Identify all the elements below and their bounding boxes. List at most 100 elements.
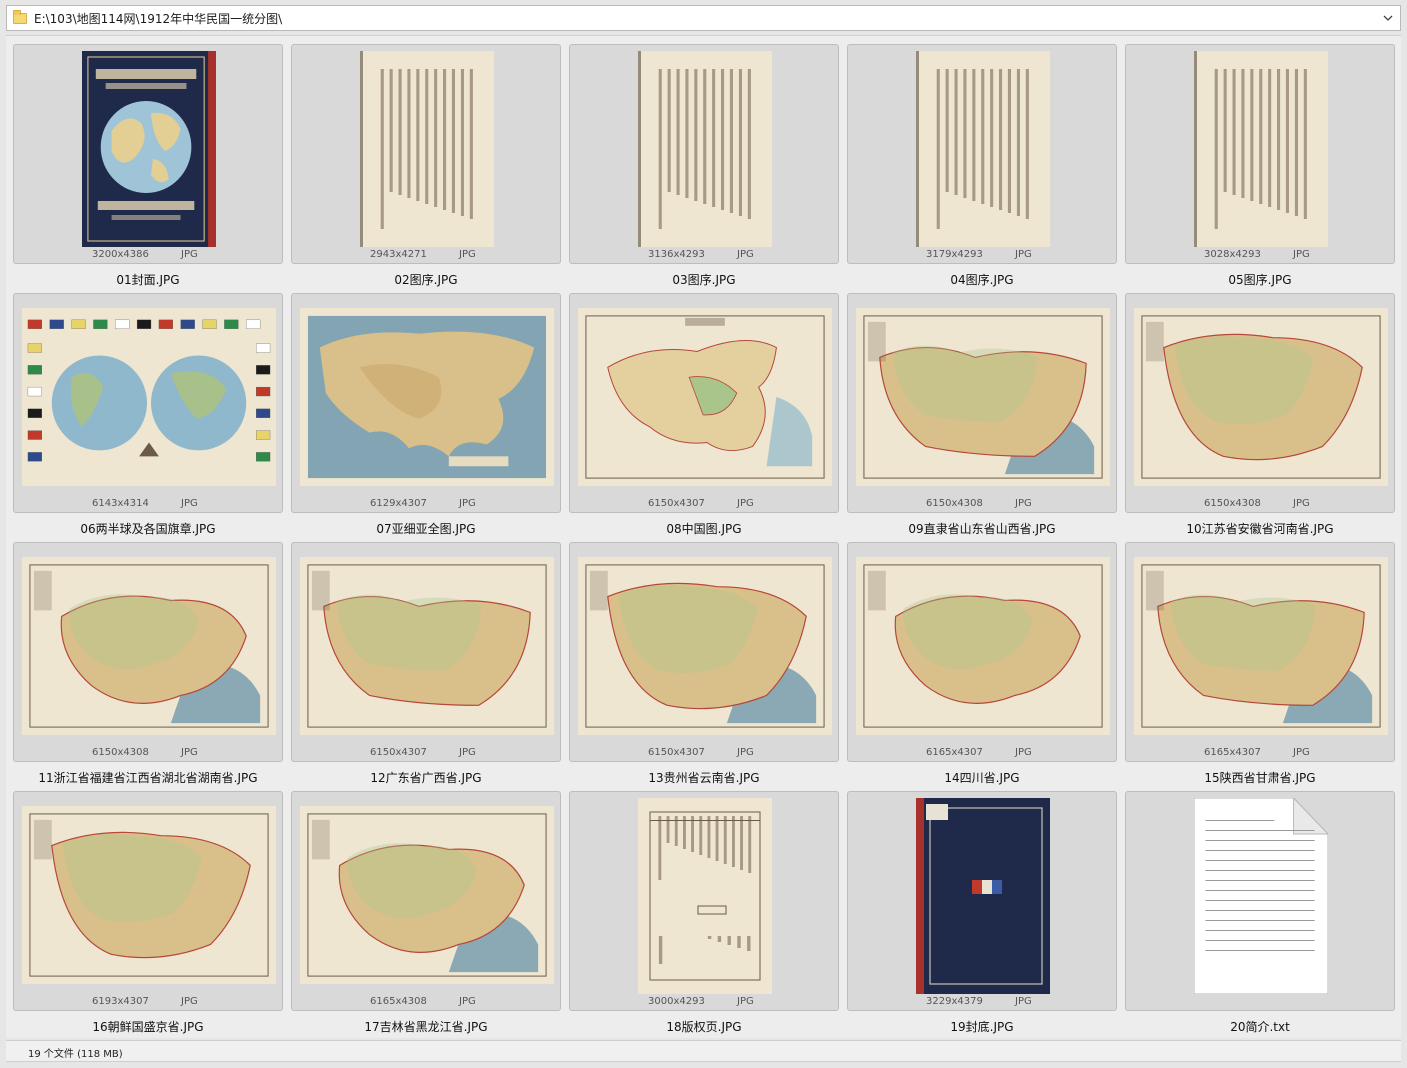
file-tile[interactable]: 6165x4307 JPG: [1125, 542, 1395, 762]
file-type: JPG: [181, 498, 198, 509]
file-thumbnail[interactable]: [578, 308, 832, 486]
file-type: JPG: [1015, 747, 1032, 758]
file-thumbnail[interactable]: [1134, 308, 1388, 486]
file-name[interactable]: 16朝鲜国盛京省.JPG: [9, 1018, 287, 1035]
file-name[interactable]: 17吉林省黑龙江省.JPG: [287, 1018, 565, 1035]
chevron-down-icon[interactable]: [1380, 10, 1396, 26]
file-name[interactable]: 09直隶省山东省山西省.JPG: [843, 520, 1121, 537]
file-tile[interactable]: 6143x4314 JPG: [13, 293, 283, 513]
status-summary: 19 个文件 (118 MB): [28, 1049, 123, 1060]
file-meta: 6129x4307 JPG: [292, 498, 560, 512]
file-name[interactable]: 03图序.JPG: [565, 271, 843, 288]
file-thumbnail[interactable]: [22, 806, 276, 984]
file-thumbnail[interactable]: [300, 308, 554, 486]
file-dimensions: 6150x4307: [648, 498, 705, 509]
address-path[interactable]: E:\103\地图114网\1912年中华民国一统分图\: [34, 10, 282, 27]
file-tile[interactable]: 6150x4307 JPG: [569, 293, 839, 513]
file-dimensions: 6165x4307: [1204, 747, 1261, 758]
file-thumbnail[interactable]: [82, 51, 216, 247]
file-name[interactable]: 02图序.JPG: [287, 271, 565, 288]
file-dimensions: 6143x4314: [92, 498, 149, 509]
file-name[interactable]: 15陕西省甘肃省.JPG: [1121, 769, 1399, 786]
file-thumbnail[interactable]: [578, 557, 832, 735]
file-tile[interactable]: 6150x4308 JPG: [13, 542, 283, 762]
file-tile[interactable]: 6150x4308 JPG: [1125, 293, 1395, 513]
file-thumbnail[interactable]: [856, 308, 1110, 486]
address-bar[interactable]: E:\103\地图114网\1912年中华民国一统分图\: [6, 5, 1401, 31]
file-grid[interactable]: 3200x4386 JPG 01封面.JPG 2943x4271 JPG 02图序.JPG…: [6, 35, 1401, 1038]
status-bar: 19 个文件 (118 MB): [6, 1040, 1401, 1062]
file-name[interactable]: 12广东省广西省.JPG: [287, 769, 565, 786]
file-dimensions: 6150x4307: [648, 747, 705, 758]
file-meta: 3179x4293 JPG: [848, 249, 1116, 263]
file-type: JPG: [181, 249, 198, 260]
file-tile[interactable]: 6193x4307 JPG: [13, 791, 283, 1011]
file-name[interactable]: 20简介.txt: [1121, 1018, 1399, 1035]
file-dimensions: 6150x4308: [1204, 498, 1261, 509]
file-thumbnail[interactable]: [22, 557, 276, 735]
file-type: JPG: [1293, 249, 1310, 260]
file-thumbnail[interactable]: [360, 51, 494, 247]
file-thumbnail[interactable]: [916, 798, 1050, 994]
file-type: JPG: [737, 747, 754, 758]
folder-icon: [13, 9, 27, 24]
file-type: JPG: [181, 747, 198, 758]
file-tile[interactable]: 3229x4379 JPG: [847, 791, 1117, 1011]
file-name[interactable]: 04图序.JPG: [843, 271, 1121, 288]
file-tile[interactable]: [1125, 791, 1395, 1011]
file-dimensions: 6193x4307: [92, 996, 149, 1007]
file-type: JPG: [1015, 498, 1032, 509]
file-type: JPG: [737, 498, 754, 509]
file-type: JPG: [459, 996, 476, 1007]
file-dimensions: 6165x4307: [926, 747, 983, 758]
file-name[interactable]: 19封底.JPG: [843, 1018, 1121, 1035]
file-meta: 6143x4314 JPG: [14, 498, 282, 512]
file-meta: 6150x4307 JPG: [570, 747, 838, 761]
file-tile[interactable]: 2943x4271 JPG: [291, 44, 561, 264]
file-name[interactable]: 05图序.JPG: [1121, 271, 1399, 288]
text-document-icon[interactable]: [1194, 798, 1328, 994]
file-thumbnail[interactable]: [22, 308, 276, 486]
file-name[interactable]: 06两半球及各国旗章.JPG: [9, 520, 287, 537]
file-type: JPG: [1015, 249, 1032, 260]
file-name[interactable]: 11浙江省福建省江西省湖北省湖南省.JPG: [9, 769, 287, 786]
file-tile[interactable]: 6150x4308 JPG: [847, 293, 1117, 513]
file-dimensions: 6129x4307: [370, 498, 427, 509]
file-tile[interactable]: 3000x4293 JPG: [569, 791, 839, 1011]
file-meta: 3000x4293 JPG: [570, 996, 838, 1010]
file-tile[interactable]: 6150x4307 JPG: [569, 542, 839, 762]
file-tile[interactable]: 6150x4307 JPG: [291, 542, 561, 762]
file-meta: 6165x4308 JPG: [292, 996, 560, 1010]
file-dimensions: 6165x4308: [370, 996, 427, 1007]
file-meta: 3200x4386 JPG: [14, 249, 282, 263]
file-tile[interactable]: 6165x4307 JPG: [847, 542, 1117, 762]
file-name[interactable]: 13贵州省云南省.JPG: [565, 769, 843, 786]
file-tile[interactable]: 3200x4386 JPG: [13, 44, 283, 264]
file-name[interactable]: 08中国图.JPG: [565, 520, 843, 537]
file-thumbnail[interactable]: [638, 51, 772, 247]
file-type: JPG: [459, 249, 476, 260]
file-tile[interactable]: 3136x4293 JPG: [569, 44, 839, 264]
file-thumbnail[interactable]: [856, 557, 1110, 735]
file-meta: 3028x4293 JPG: [1126, 249, 1394, 263]
file-tile[interactable]: 3179x4293 JPG: [847, 44, 1117, 264]
file-thumbnail[interactable]: [300, 806, 554, 984]
explorer-window: E:\103\地图114网\1912年中华民国一统分图\ 3200x4386 JP…: [0, 0, 1407, 1068]
file-type: JPG: [1015, 996, 1032, 1007]
file-name[interactable]: 14四川省.JPG: [843, 769, 1121, 786]
file-thumbnail[interactable]: [1134, 557, 1388, 735]
file-name[interactable]: 07亚细亚全图.JPG: [287, 520, 565, 537]
file-thumbnail[interactable]: [916, 51, 1050, 247]
file-meta: 6150x4308 JPG: [1126, 498, 1394, 512]
file-name[interactable]: 18版权页.JPG: [565, 1018, 843, 1035]
file-dimensions: 2943x4271: [370, 249, 427, 260]
file-tile[interactable]: 6165x4308 JPG: [291, 791, 561, 1011]
file-tile[interactable]: 6129x4307 JPG: [291, 293, 561, 513]
file-dimensions: 3000x4293: [648, 996, 705, 1007]
file-name[interactable]: 01封面.JPG: [9, 271, 287, 288]
file-thumbnail[interactable]: [1194, 51, 1328, 247]
file-thumbnail[interactable]: [638, 798, 772, 994]
file-tile[interactable]: 3028x4293 JPG: [1125, 44, 1395, 264]
file-name[interactable]: 10江苏省安徽省河南省.JPG: [1121, 520, 1399, 537]
file-thumbnail[interactable]: [300, 557, 554, 735]
